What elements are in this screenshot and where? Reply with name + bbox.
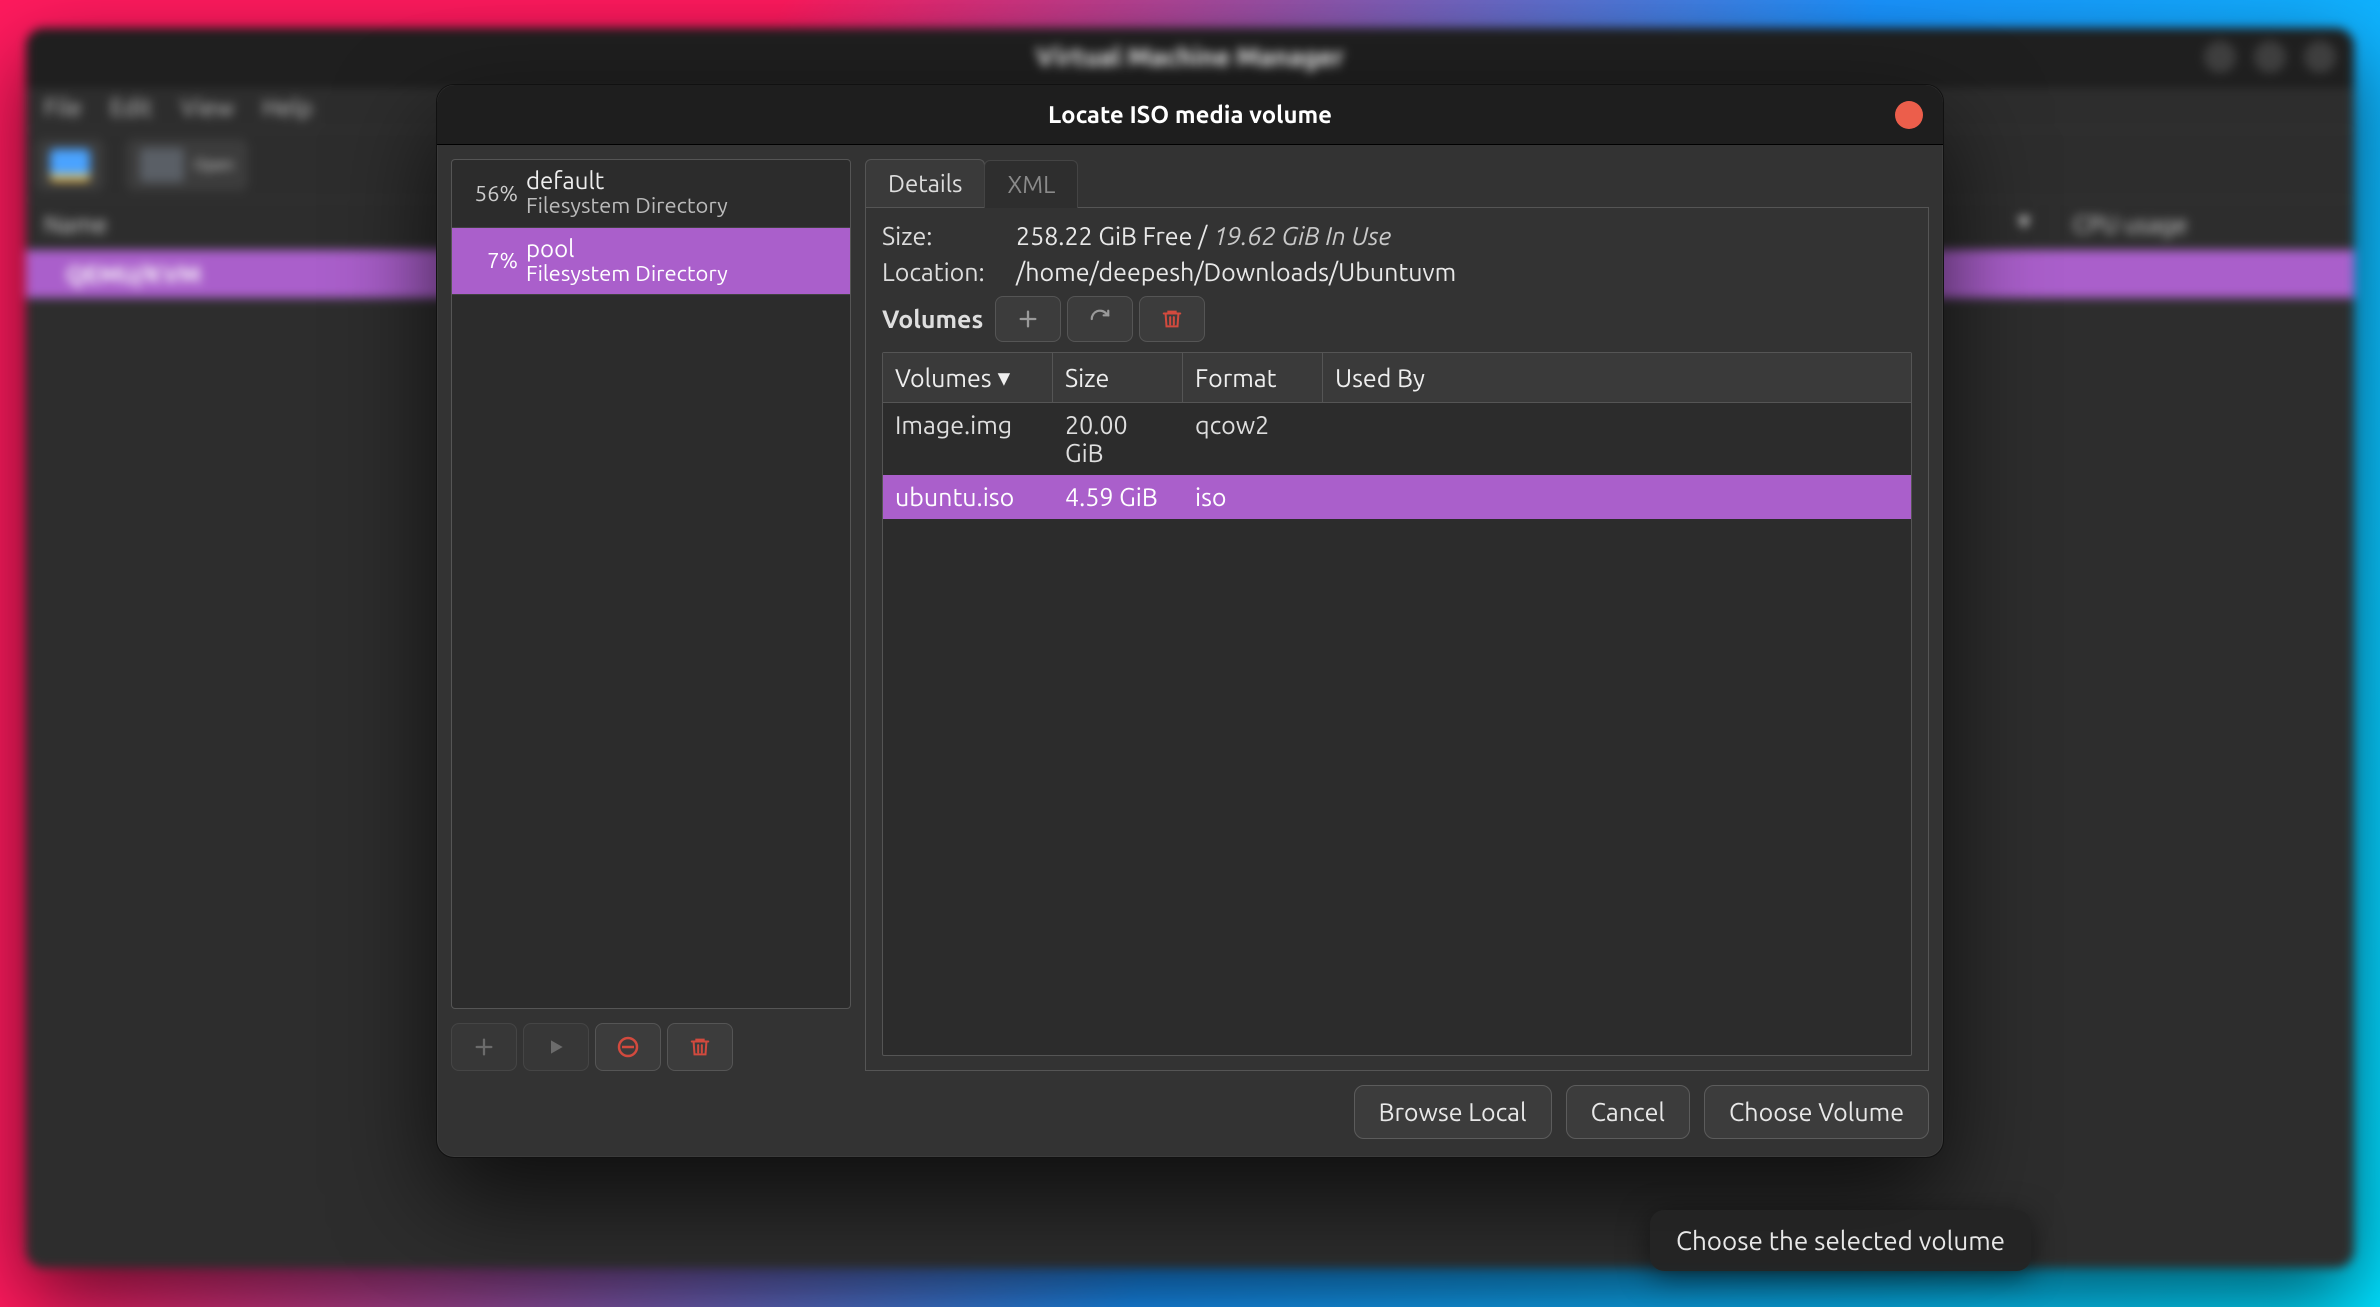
volume-format: iso xyxy=(1183,475,1323,519)
browse-local-button[interactable]: Browse Local xyxy=(1354,1085,1552,1139)
maximize-button[interactable] xyxy=(2254,41,2286,73)
dialog-titlebar: Locate ISO media volume xyxy=(437,85,1943,145)
add-pool-button[interactable] xyxy=(451,1023,517,1071)
col-header-size[interactable]: Size xyxy=(1053,353,1183,402)
location-value: /home/deepesh/Downloads/Ubuntuvm xyxy=(1016,258,1912,286)
volume-format: qcow2 xyxy=(1183,403,1323,475)
pool-subtitle: Filesystem Directory xyxy=(526,194,728,218)
pool-item-pool[interactable]: 7% pool Filesystem Directory xyxy=(452,228,850,296)
plus-icon xyxy=(473,1036,495,1058)
choose-volume-button[interactable]: Choose Volume xyxy=(1704,1085,1929,1139)
pool-name: default xyxy=(526,168,728,194)
size-value: 258.22 GiB Free / 19.62 GiB In Use xyxy=(1016,222,1912,250)
cancel-button[interactable]: Cancel xyxy=(1566,1085,1690,1139)
menu-view[interactable]: View xyxy=(181,94,235,121)
main-window-controls xyxy=(2204,41,2336,73)
open-vm-button[interactable]: Open xyxy=(126,139,248,191)
refresh-icon xyxy=(1089,308,1111,330)
volume-usedby xyxy=(1323,403,1911,475)
tooltip: Choose the selected volume xyxy=(1650,1210,2031,1271)
start-pool-button[interactable] xyxy=(523,1023,589,1071)
volume-table-header: Volumes ▾ Size Format Used By xyxy=(883,353,1911,403)
dialog-title: Locate ISO media volume xyxy=(1048,101,1332,128)
add-volume-button[interactable] xyxy=(995,296,1061,342)
stop-pool-button[interactable] xyxy=(595,1023,661,1071)
dialog-footer: Browse Local Cancel Choose Volume xyxy=(437,1085,1943,1157)
play-icon xyxy=(546,1037,566,1057)
delete-pool-button[interactable] xyxy=(667,1023,733,1071)
trash-icon xyxy=(689,1036,711,1058)
volume-name: Image.img xyxy=(883,403,1053,475)
close-icon[interactable] xyxy=(1895,101,1923,129)
size-label: Size: xyxy=(882,222,1002,250)
main-window-titlebar: Virtual Machine Manager xyxy=(26,28,2354,86)
pool-action-bar xyxy=(451,1023,851,1071)
volume-usedby xyxy=(1323,475,1911,519)
volume-table: Volumes ▾ Size Format Used By xyxy=(882,352,1912,1056)
volumes-label: Volumes xyxy=(882,305,983,333)
storage-pool-list: 56% default Filesystem Directory 7% pool… xyxy=(451,159,851,1009)
sort-desc-icon: ▾ xyxy=(998,363,1011,392)
volume-table-body: Image.img 20.00 GiB qcow2 ubuntu.iso 4.5… xyxy=(883,403,1911,1055)
close-button[interactable] xyxy=(2304,41,2336,73)
chevron-down-icon[interactable]: ▾ xyxy=(2018,207,2054,243)
refresh-volumes-button[interactable] xyxy=(1067,296,1133,342)
dialog-tabs: Details XML xyxy=(865,159,1929,207)
vm-connection-name: QEMU/KVM xyxy=(66,261,201,288)
trash-icon xyxy=(1161,308,1183,330)
menu-file[interactable]: File xyxy=(44,94,82,121)
volume-name: ubuntu.iso xyxy=(883,475,1053,519)
details-panel: Size: 258.22 GiB Free / 19.62 GiB In Use… xyxy=(865,207,1929,1071)
pool-subtitle: Filesystem Directory xyxy=(526,262,728,286)
volume-size: 4.59 GiB xyxy=(1053,475,1183,519)
minimize-button[interactable] xyxy=(2204,41,2236,73)
col-header-cpu[interactable]: CPU usage xyxy=(2054,211,2354,238)
pool-usage-pct: 56% xyxy=(462,181,518,206)
location-label: Location: xyxy=(882,258,1002,286)
pool-usage-pct: 7% xyxy=(462,248,518,273)
col-header-volumes[interactable]: Volumes ▾ xyxy=(883,353,1053,402)
tab-xml[interactable]: XML xyxy=(984,160,1078,208)
stop-icon xyxy=(616,1035,640,1059)
delete-volume-button[interactable] xyxy=(1139,296,1205,342)
monitor-icon xyxy=(140,148,184,182)
menu-help[interactable]: Help xyxy=(262,94,312,121)
volume-size: 20.00 GiB xyxy=(1053,403,1183,475)
open-label: Open xyxy=(194,156,234,174)
plus-icon xyxy=(1017,308,1039,330)
locate-iso-dialog: Locate ISO media volume 56% default File… xyxy=(436,84,1944,1158)
main-window-title: Virtual Machine Manager xyxy=(1036,42,1344,71)
col-header-usedby[interactable]: Used By xyxy=(1323,353,1911,402)
new-vm-icon xyxy=(50,149,90,181)
pool-item-default[interactable]: 56% default Filesystem Directory xyxy=(452,160,850,228)
pool-name: pool xyxy=(526,236,728,262)
new-vm-button[interactable] xyxy=(36,139,104,191)
menu-edit[interactable]: Edit xyxy=(110,94,153,121)
col-header-format[interactable]: Format xyxy=(1183,353,1323,402)
volume-row[interactable]: Image.img 20.00 GiB qcow2 xyxy=(883,403,1911,475)
volume-row[interactable]: ubuntu.iso 4.59 GiB iso xyxy=(883,475,1911,519)
tab-details[interactable]: Details xyxy=(865,159,985,207)
